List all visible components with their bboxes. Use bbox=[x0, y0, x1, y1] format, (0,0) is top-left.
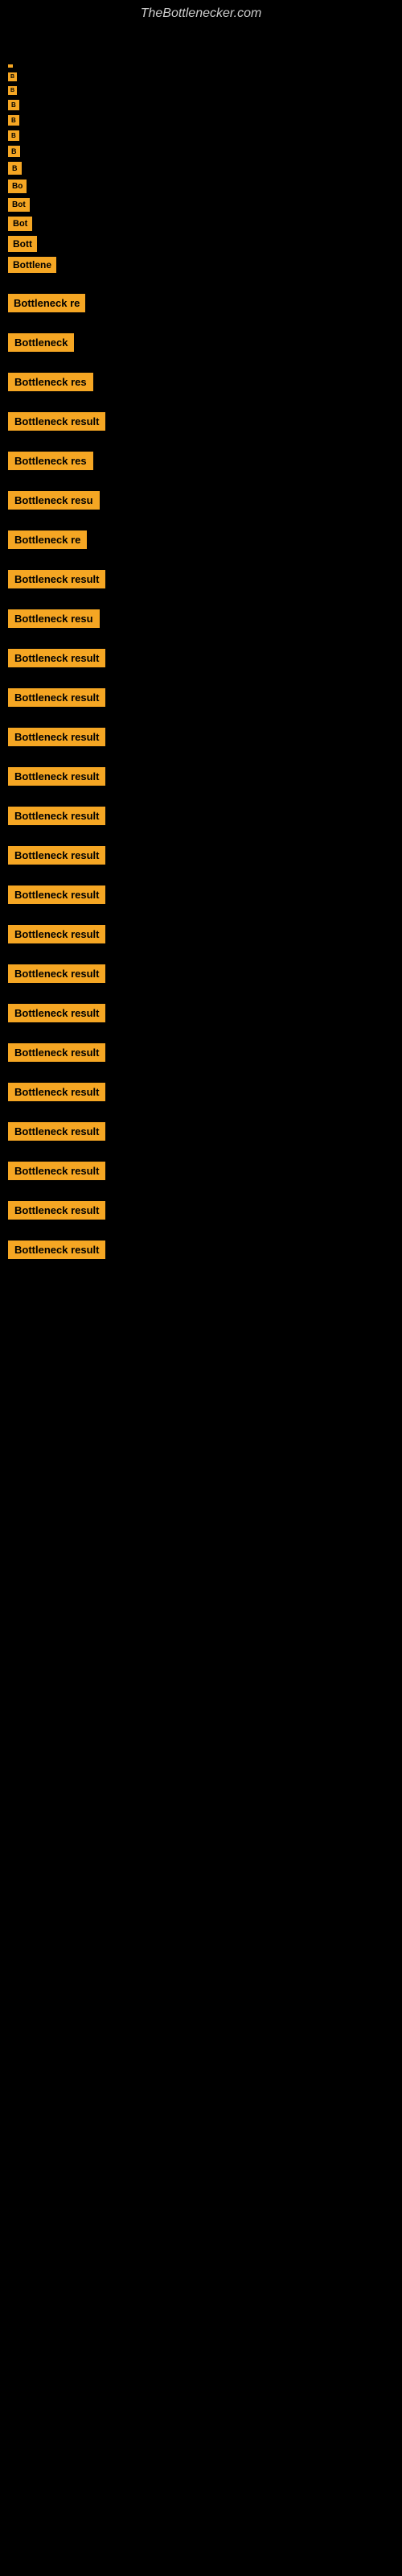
list-item: Bottleneck result bbox=[0, 1043, 402, 1062]
list-item: Bottleneck result bbox=[0, 807, 402, 825]
bottleneck-result-label: Bottleneck result bbox=[8, 925, 105, 943]
list-item: Bottleneck result bbox=[0, 925, 402, 943]
list-item: Bottleneck result bbox=[0, 846, 402, 865]
list-item: Bottleneck result bbox=[0, 412, 402, 431]
site-title: TheBottlenecker.com bbox=[0, 0, 402, 24]
list-item: B bbox=[0, 86, 402, 95]
bottleneck-result-label: Bottleneck resu bbox=[8, 491, 100, 510]
list-item: Bottleneck result bbox=[0, 649, 402, 667]
bottleneck-result-label: Bottleneck result bbox=[8, 846, 105, 865]
list-item: Bottleneck result bbox=[0, 1083, 402, 1101]
bottleneck-result-label: Bot bbox=[8, 217, 32, 231]
bottleneck-result-label: Bottleneck result bbox=[8, 570, 105, 588]
bottleneck-result-label: Bott bbox=[8, 236, 37, 252]
bottleneck-result-label: Bottleneck res bbox=[8, 373, 93, 391]
list-item: B bbox=[0, 162, 402, 175]
bottleneck-result-label: Bottleneck bbox=[8, 333, 74, 352]
bottleneck-result-label: Bottleneck result bbox=[8, 688, 105, 707]
bottleneck-result-label: Bottlene bbox=[8, 257, 56, 273]
bottleneck-result-label: Bottleneck result bbox=[8, 1004, 105, 1022]
bottleneck-result-label: Bottleneck re bbox=[8, 294, 85, 312]
list-item: Bottleneck result bbox=[0, 767, 402, 786]
list-item: Bottleneck result bbox=[0, 1241, 402, 1259]
bottleneck-result-label: B bbox=[8, 146, 20, 157]
list-item: Bottleneck bbox=[0, 333, 402, 352]
list-item: Bottleneck result bbox=[0, 886, 402, 904]
bottleneck-result-label: Bottleneck resu bbox=[8, 609, 100, 628]
site-title-container: TheBottlenecker.com bbox=[0, 0, 402, 24]
list-item: Bot bbox=[0, 217, 402, 231]
list-item: Bottlene bbox=[0, 257, 402, 273]
list-item: Bottleneck result bbox=[0, 1162, 402, 1180]
list-item: Bottleneck resu bbox=[0, 609, 402, 628]
list-item: Bott bbox=[0, 236, 402, 252]
bottleneck-result-label: Bottleneck result bbox=[8, 964, 105, 983]
list-item: Bo bbox=[0, 180, 402, 193]
bottleneck-result-label: Bot bbox=[8, 198, 30, 212]
bottleneck-result-label: Bottleneck result bbox=[8, 1083, 105, 1101]
bottleneck-result-label: B bbox=[8, 86, 17, 95]
list-item: B bbox=[0, 115, 402, 126]
list-item: B bbox=[0, 72, 402, 81]
bottleneck-result-label: Bottleneck result bbox=[8, 649, 105, 667]
bottleneck-result-label: B bbox=[8, 100, 19, 110]
list-item: Bottleneck result bbox=[0, 728, 402, 746]
bottleneck-result-label: Bo bbox=[8, 180, 27, 193]
list-item: Bottleneck res bbox=[0, 452, 402, 470]
list-item: B bbox=[0, 130, 402, 141]
bottleneck-result-label: Bottleneck result bbox=[8, 1201, 105, 1220]
bottleneck-result-label: Bottleneck result bbox=[8, 1241, 105, 1259]
bottleneck-result-label: B bbox=[8, 130, 19, 141]
list-item: Bottleneck resu bbox=[0, 491, 402, 510]
list-item: Bottleneck res bbox=[0, 373, 402, 391]
list-item: B bbox=[0, 146, 402, 157]
list-item: Bot bbox=[0, 198, 402, 212]
list-item: Bottleneck re bbox=[0, 530, 402, 549]
list-item: Bottleneck result bbox=[0, 964, 402, 983]
bottleneck-result-label: Bottleneck result bbox=[8, 728, 105, 746]
bottleneck-result-label: Bottleneck result bbox=[8, 767, 105, 786]
list-item: Bottleneck result bbox=[0, 688, 402, 707]
bottleneck-result-label: Bottleneck result bbox=[8, 1162, 105, 1180]
bottleneck-result-label: Bottleneck result bbox=[8, 886, 105, 904]
bottleneck-result-label: B bbox=[8, 72, 17, 81]
bottleneck-result-label: Bottleneck result bbox=[8, 807, 105, 825]
list-item: Bottleneck result bbox=[0, 1201, 402, 1220]
bottleneck-result-label: Bottleneck result bbox=[8, 1122, 105, 1141]
list-item: Bottleneck result bbox=[0, 1004, 402, 1022]
bottleneck-result-label: B bbox=[8, 162, 22, 175]
bottleneck-result-label: Bottleneck re bbox=[8, 530, 87, 549]
list-item: B bbox=[0, 100, 402, 110]
bottleneck-result-label: B bbox=[8, 115, 19, 126]
items-list: BBBBBBBBoBotBotBottBottleneBottleneck re… bbox=[0, 56, 402, 1288]
bottleneck-result-label: Bottleneck res bbox=[8, 452, 93, 470]
bottleneck-result-label: Bottleneck result bbox=[8, 1043, 105, 1062]
bottleneck-result-label: Bottleneck result bbox=[8, 412, 105, 431]
list-item bbox=[0, 64, 402, 68]
list-item: Bottleneck re bbox=[0, 294, 402, 312]
list-item: Bottleneck result bbox=[0, 1122, 402, 1141]
list-item: Bottleneck result bbox=[0, 570, 402, 588]
bottleneck-result-label bbox=[8, 64, 13, 68]
